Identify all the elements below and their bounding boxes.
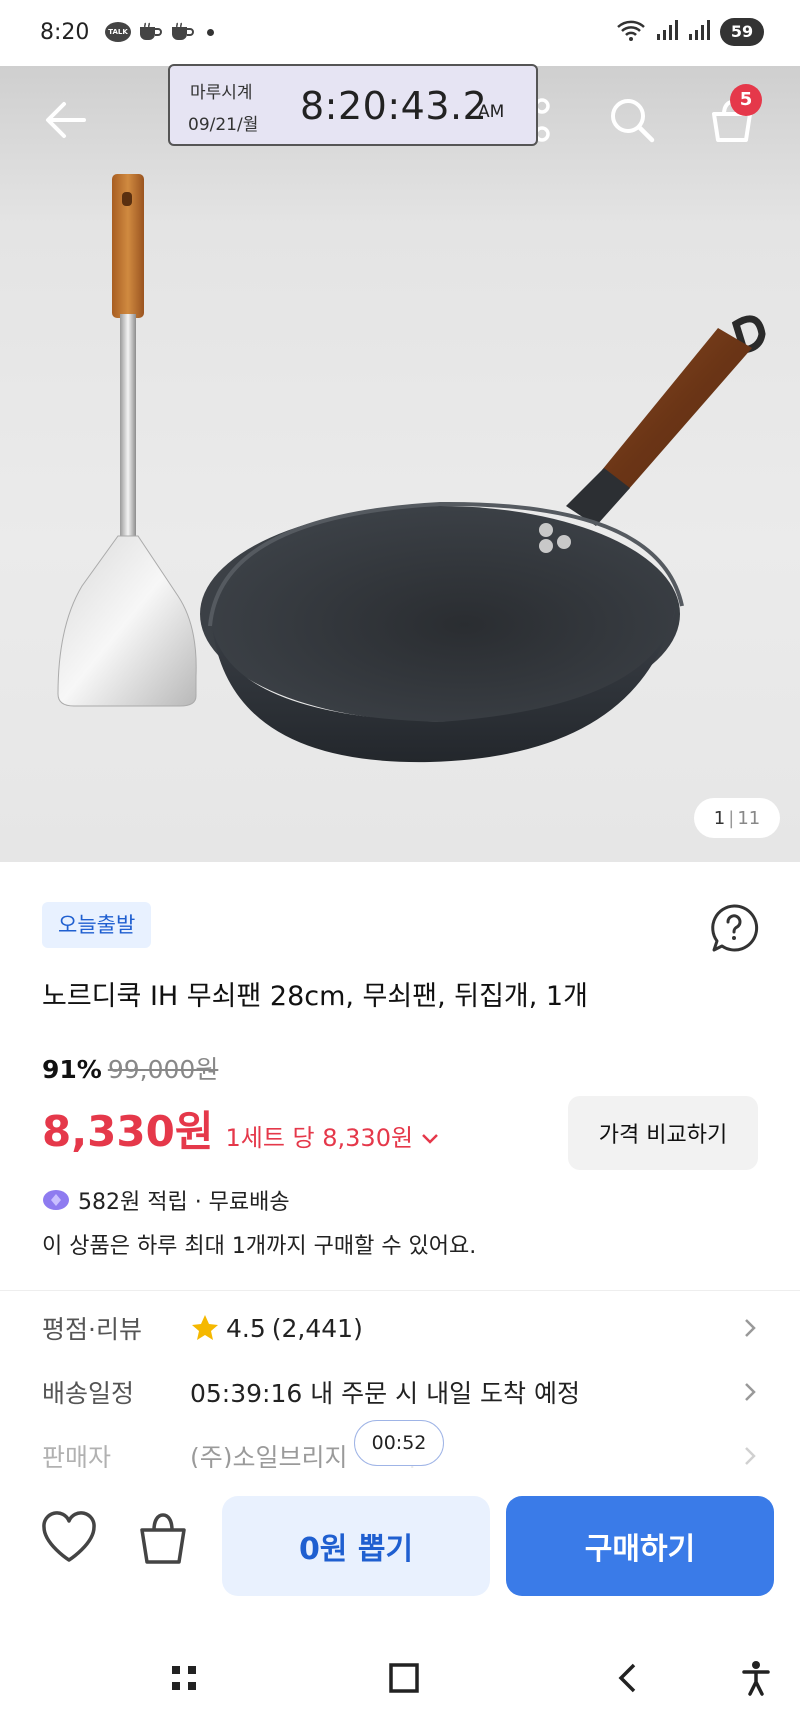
gallery-total: 11 (737, 807, 761, 829)
review-count: (2,441) (271, 1313, 363, 1343)
cart-button[interactable]: 5 (700, 84, 764, 154)
recent-apps-button[interactable] (164, 1660, 204, 1700)
product-photo (57, 174, 766, 763)
clock-ampm: AM (478, 102, 505, 122)
chevron-right-icon (738, 1316, 762, 1340)
chevron-right-icon (738, 1444, 762, 1468)
sale-price: 8,330원 (42, 1107, 214, 1156)
system-back-button[interactable] (608, 1660, 648, 1700)
product-image-gallery[interactable]: 5 1 | 11 (0, 66, 800, 862)
home-button[interactable] (384, 1660, 424, 1700)
gallery-page-counter: 1 | 11 (694, 798, 780, 838)
original-price: 99,000원 (107, 1055, 219, 1084)
purchase-limit-text: 이 상품은 하루 최대 1개까지 구매할 수 있어요. (42, 1234, 477, 1259)
coffee-cup-icon (169, 22, 195, 42)
search-button[interactable] (600, 90, 664, 154)
status-time: 8:20 (40, 20, 90, 45)
rating-value-group: 4.5 (2,441) (190, 1313, 363, 1343)
chevron-down-icon (421, 1127, 439, 1151)
back-button[interactable] (34, 90, 98, 154)
question-bubble-icon (708, 904, 760, 958)
kakaotalk-icon: TALK (105, 22, 131, 42)
clock-app-name: 마루시계 (190, 83, 253, 103)
square-icon (388, 1662, 420, 1698)
notification-icons: TALK (105, 22, 214, 42)
price-compare-button[interactable]: 가격 비교하기 (568, 1096, 758, 1170)
shipping-value: 05:39:16 내 주문 시 내일 도착 예정 (190, 1379, 580, 1408)
clock-date: 09/21/월 (188, 115, 259, 135)
add-to-cart-button[interactable] (134, 1508, 192, 1566)
signal-icon (688, 19, 710, 45)
grid-icon (169, 1663, 199, 1697)
product-title: 노르디쿡 IH 무쇠팬 28cm, 무쇠팬, 뒤집개, 1개 (42, 981, 588, 1012)
chevron-left-icon (616, 1662, 640, 1698)
buy-now-button[interactable]: 구매하기 (506, 1496, 774, 1596)
gallery-separator: | (728, 807, 735, 829)
arrow-left-icon (44, 100, 88, 144)
price-row: 8,330원 1세트 당 8,330원 (42, 1098, 439, 1159)
divider (0, 1290, 800, 1291)
more-notifications-icon (207, 28, 214, 36)
battery-indicator: 59 (720, 18, 764, 46)
chevron-right-icon (738, 1380, 762, 1404)
star-icon (190, 1313, 220, 1343)
reward-row: 582원 적립 · 무료배송 (42, 1184, 290, 1216)
help-button[interactable] (708, 902, 760, 954)
discount-percent: 91% (42, 1055, 102, 1084)
clock-time: 8:20:43.2 (300, 84, 488, 128)
rating-label: 평점·리뷰 (42, 1315, 142, 1344)
system-navigation-bar (0, 1640, 800, 1733)
discount-row: 91% 99,000원 (42, 1050, 218, 1086)
search-icon (609, 97, 655, 147)
heart-icon (40, 1511, 98, 1568)
signal-icon (656, 19, 678, 45)
shipping-schedule-row[interactable]: 배송일정 05:39:16 내 주문 시 내일 도착 예정 (42, 1368, 762, 1416)
status-bar: 8:20 TALK 59 (0, 0, 800, 66)
unit-price-toggle[interactable]: 1세트 당 8,330원 (226, 1118, 439, 1153)
wishlist-button[interactable] (40, 1510, 98, 1564)
coffee-cup-icon (137, 22, 163, 42)
rating-value: 4.5 (226, 1313, 266, 1343)
gallery-current: 1 (713, 807, 726, 829)
accessibility-button[interactable] (736, 1660, 776, 1700)
system-indicators: 59 (616, 18, 764, 46)
shipping-label: 배송일정 (42, 1379, 135, 1408)
shopping-bag-icon (134, 1513, 192, 1570)
reward-text: 582원 적립 · 무료배송 (78, 1190, 290, 1215)
accessibility-icon (741, 1660, 771, 1700)
unit-price-text: 1세트 당 8,330원 (225, 1124, 414, 1152)
wifi-icon (616, 18, 646, 46)
floating-timer[interactable]: 00:52 (354, 1420, 444, 1466)
cart-count-badge: 5 (730, 84, 762, 116)
free-draw-button[interactable]: 0원 뽑기 (222, 1496, 490, 1596)
reward-coin-icon (42, 1189, 70, 1211)
delivery-badge: 오늘출발 (42, 902, 152, 948)
rating-review-row[interactable]: 평점·리뷰 4.5 (2,441) (42, 1304, 762, 1352)
floating-clock-widget[interactable]: 마루시계 09/21/월 8:20:43.2 AM (168, 64, 538, 146)
bottom-action-bar: 0원 뽑기 구매하기 (0, 1468, 800, 1608)
